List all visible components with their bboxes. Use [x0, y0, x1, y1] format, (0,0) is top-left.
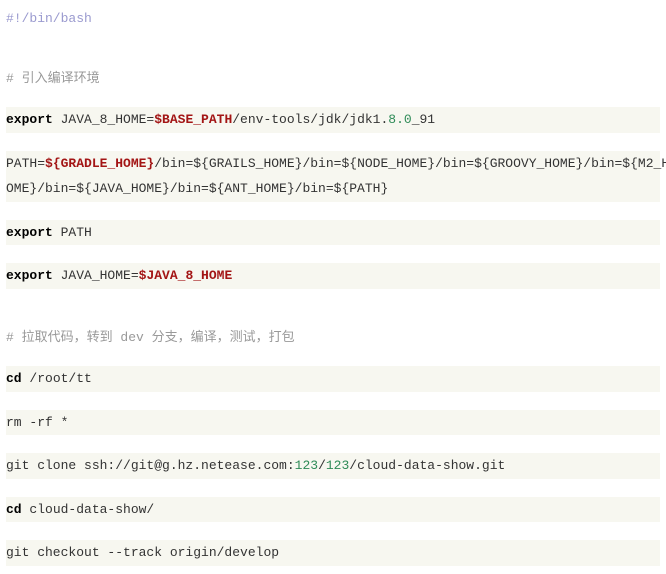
code-line-export-javahome: export JAVA_HOME=$JAVA_8_HOME	[6, 263, 660, 289]
comment-hash: #	[6, 330, 22, 345]
variable-gradlehome: ${GRADLE_HOME}	[45, 156, 154, 171]
path-segment: _91	[412, 112, 435, 127]
path-segment: OME}/bin=${JAVA_HOME}/bin=${ANT_HOME}/bi…	[6, 181, 388, 196]
blank-gap	[6, 289, 660, 327]
blank-gap	[6, 245, 660, 263]
blank-gap	[6, 30, 660, 68]
rm-command: rm -rf *	[6, 415, 68, 430]
comment-text: 分支，编译，测试，打包	[152, 330, 295, 345]
comment-hash: #	[6, 71, 22, 86]
keyword-export: export	[6, 112, 53, 127]
export-path-text: PATH	[53, 225, 92, 240]
cd-path: /root/tt	[22, 371, 92, 386]
code-line-cd-root: cd /root/tt	[6, 366, 660, 392]
assign-text: JAVA_8_HOME=	[53, 112, 154, 127]
path-prefix: PATH=	[6, 156, 45, 171]
code-line-export-path: export PATH	[6, 220, 660, 246]
keyword-cd: cd	[6, 502, 22, 517]
path-num: 123	[326, 458, 349, 473]
path-segment: /bin=${GRAILS_HOME}/bin=${NODE_HOME}/bin…	[154, 156, 666, 171]
keyword-export: export	[6, 225, 53, 240]
git-checkout-text: git checkout --track origin/develop	[6, 545, 279, 560]
comment-dev: dev	[120, 330, 151, 345]
path-segment: /env-tools/jdk/jdk1.	[232, 112, 388, 127]
blank-gap	[6, 392, 660, 410]
code-line-path-2: OME}/bin=${JAVA_HOME}/bin=${ANT_HOME}/bi…	[6, 176, 660, 202]
version-num: 8.0	[388, 112, 411, 127]
blank-gap	[6, 522, 660, 540]
variable-java8home: $JAVA_8_HOME	[139, 268, 233, 283]
keyword-export: export	[6, 268, 53, 283]
git-clone-text: /cloud-data-show.git	[349, 458, 505, 473]
code-line-comment-2: # 拉取代码，转到 dev 分支，编译，测试，打包	[6, 327, 660, 349]
code-line-export-java8: export JAVA_8_HOME=$BASE_PATH/env-tools/…	[6, 107, 660, 133]
shebang-text: #!/bin/bash	[6, 11, 92, 26]
keyword-cd: cd	[6, 371, 22, 386]
assign-text: JAVA_HOME=	[53, 268, 139, 283]
variable-basepath: $BASE_PATH	[154, 112, 232, 127]
blank-gap	[6, 89, 660, 107]
blank-gap	[6, 435, 660, 453]
code-line-git-clone: git clone ssh://git@g.hz.netease.com:123…	[6, 453, 660, 479]
port-num: 123	[295, 458, 318, 473]
slash: /	[318, 458, 326, 473]
git-clone-text: git clone ssh://git@g.hz.netease.com:	[6, 458, 295, 473]
cd-path: cloud-data-show/	[22, 502, 155, 517]
blank-gap	[6, 348, 660, 366]
code-line-rm: rm -rf *	[6, 410, 660, 436]
blank-gap	[6, 202, 660, 220]
comment-text: 引入编译环境	[22, 71, 100, 86]
comment-text: 拉取代码，转到	[22, 330, 121, 345]
blank-gap	[6, 133, 660, 151]
code-line-cd-show: cd cloud-data-show/	[6, 497, 660, 523]
code-line-shebang: #!/bin/bash	[6, 8, 660, 30]
code-line-comment-1: # 引入编译环境	[6, 68, 660, 90]
blank-gap	[6, 479, 660, 497]
code-line-path-1: PATH=${GRADLE_HOME}/bin=${GRAILS_HOME}/b…	[6, 151, 660, 177]
